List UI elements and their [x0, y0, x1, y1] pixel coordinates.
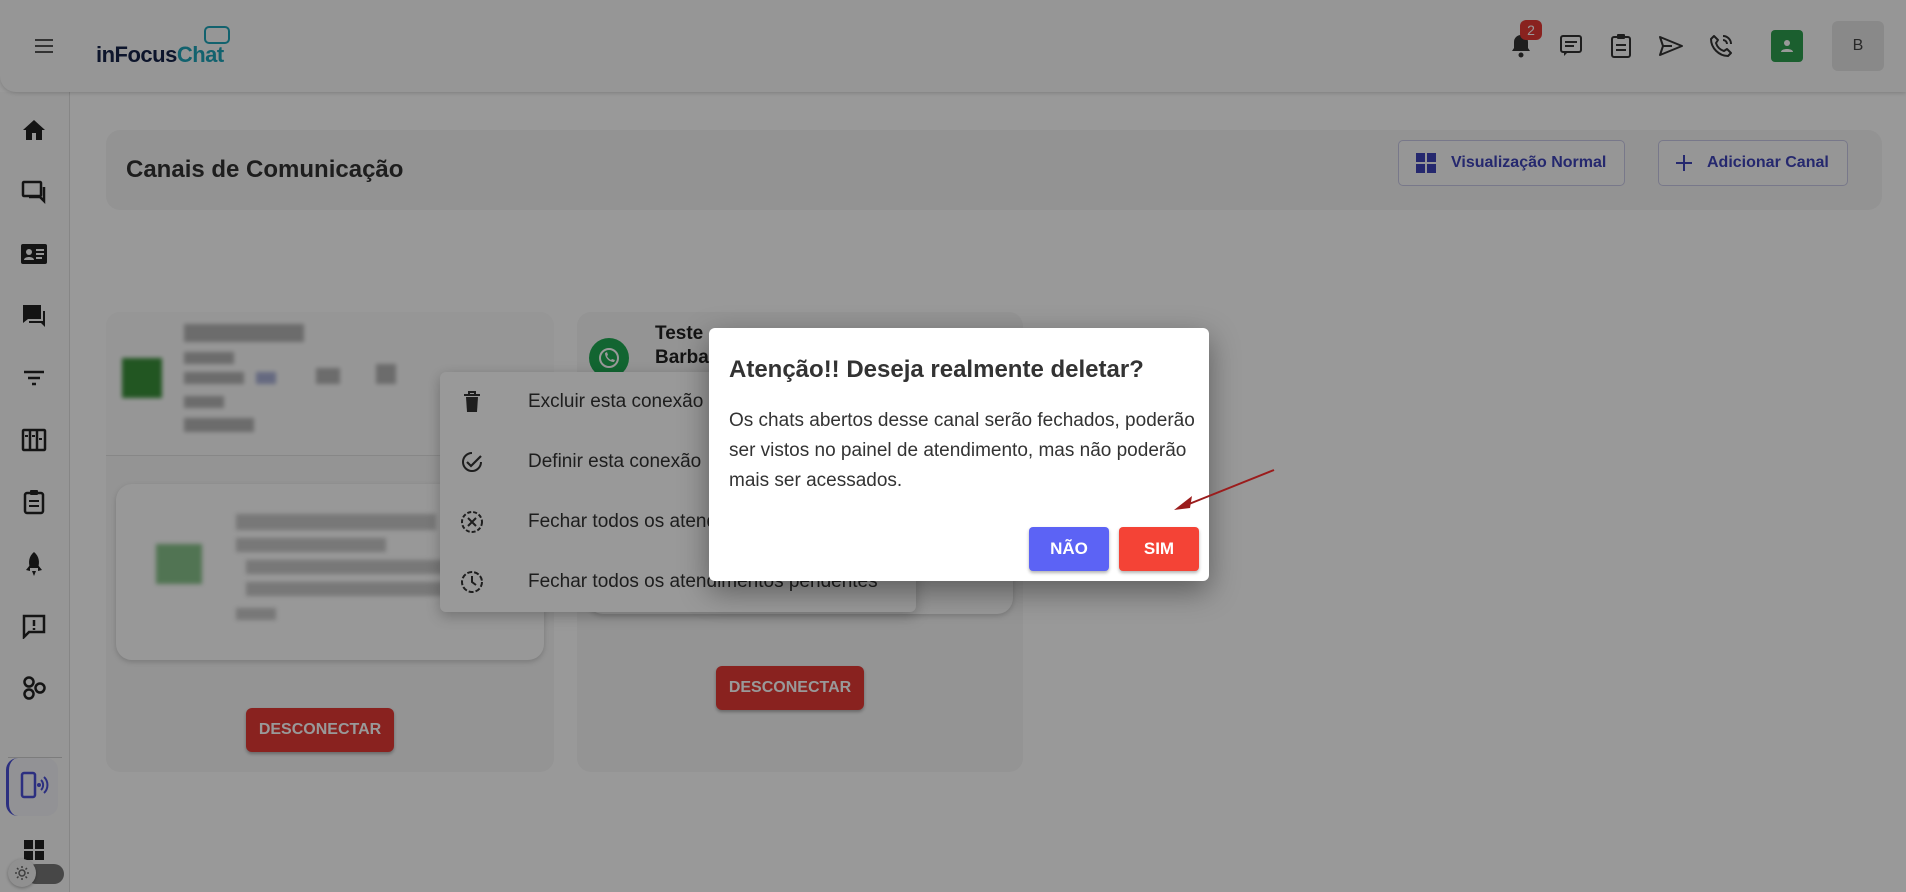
confirm-delete-dialog: Atenção!! Deseja realmente deletar? Os c… [709, 328, 1209, 581]
annotation-arrow-icon [1174, 469, 1275, 510]
confirm-delete-button[interactable]: SIM [1119, 527, 1199, 571]
dialog-message: Os chats abertos desse canal serão fecha… [729, 410, 1195, 491]
dialog-title: Atenção!! Deseja realmente deletar? [729, 356, 1144, 383]
cancel-button[interactable]: NÃO [1029, 527, 1109, 571]
